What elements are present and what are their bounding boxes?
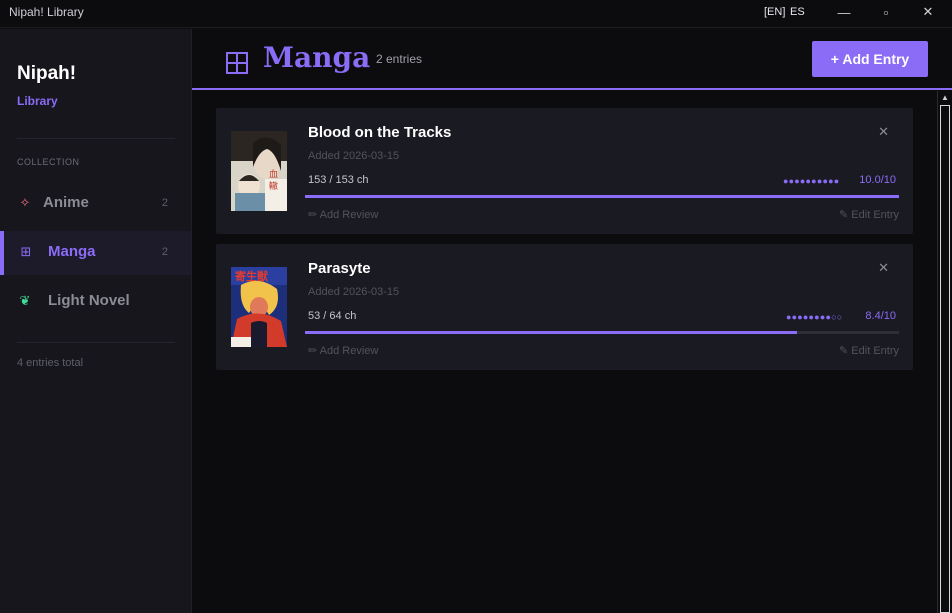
active-indicator xyxy=(0,231,4,275)
entry-score: 10.0/10 xyxy=(859,174,896,186)
entry-card: 血 轍 Blood on the Tracks Added 2026-03-15… xyxy=(216,108,913,234)
sidebar-item-label: Light Novel xyxy=(48,292,130,309)
language-es-button[interactable]: ES xyxy=(790,6,805,18)
close-icon: ✕ xyxy=(922,4,934,19)
entry-progress-text: 53 / 64 ch xyxy=(308,310,357,322)
edit-entry-button[interactable]: ✎ Edit Entry xyxy=(839,344,899,357)
progress-fill xyxy=(305,331,797,334)
entry-title: Parasyte xyxy=(308,260,371,277)
minimize-button[interactable]: — xyxy=(824,0,864,24)
page-header: Manga 2 entries + Add Entry xyxy=(192,29,952,90)
entry-title: Blood on the Tracks xyxy=(308,124,452,141)
progress-bar xyxy=(305,195,899,198)
section-label: COLLECTION xyxy=(17,157,80,167)
scrollbar[interactable]: ▲ xyxy=(937,91,952,613)
sidebar-item-anime[interactable]: ✧ Anime 2 xyxy=(0,182,191,226)
sparkle-icon: ✧ xyxy=(19,195,31,210)
entry-card: 寄生獣 Parasyte Added 2026-03-15 53 / 64 ch… xyxy=(216,244,913,370)
add-review-button[interactable]: ✏ Add Review xyxy=(308,208,378,221)
edit-entry-button[interactable]: ✎ Edit Entry xyxy=(839,208,899,221)
entries-total: 4 entries total xyxy=(17,357,84,369)
svg-text:血: 血 xyxy=(269,168,278,180)
maximize-button[interactable]: ▫ xyxy=(866,0,906,24)
sidebar: Nipah! Library COLLECTION ✧ Anime 2 ⊞ Ma… xyxy=(0,29,192,613)
page-title: Manga xyxy=(263,41,371,74)
sidebar-item-manga[interactable]: ⊞ Manga 2 xyxy=(0,231,191,275)
entry-date: Added 2026-03-15 xyxy=(308,150,400,162)
entry-date: Added 2026-03-15 xyxy=(308,286,400,298)
sidebar-item-count: 2 xyxy=(161,246,168,258)
scroll-up-icon[interactable]: ▲ xyxy=(940,93,950,103)
entry-count: 2 entries xyxy=(376,52,423,66)
progress-bar xyxy=(305,331,899,334)
remove-entry-button[interactable]: ✕ xyxy=(878,124,889,140)
sidebar-divider xyxy=(17,342,175,343)
sidebar-item-count: 2 xyxy=(161,197,168,209)
brand-title: Nipah! xyxy=(17,63,77,84)
sidebar-item-label: Anime xyxy=(43,194,89,211)
rating-dots: ●●●●●●●●●● xyxy=(783,176,840,186)
svg-text:寄生獣: 寄生獣 xyxy=(235,269,269,283)
sidebar-item-light-novel[interactable]: ❦ Light Novel xyxy=(0,280,191,324)
close-window-button[interactable]: ✕ xyxy=(908,0,948,24)
window-title: Nipah! Library xyxy=(9,5,84,19)
cover-image: 寄生獣 xyxy=(231,267,287,347)
cover-image: 血 轍 xyxy=(231,131,287,211)
leaf-icon: ❦ xyxy=(19,293,31,308)
sidebar-divider xyxy=(17,138,175,139)
entry-progress-text: 153 / 153 ch xyxy=(308,174,369,186)
add-review-button[interactable]: ✏ Add Review xyxy=(308,344,378,357)
window-titlebar: Nipah! Library [EN] ES — ▫ ✕ xyxy=(0,0,952,28)
rating-dots: ●●●●●●●●○○ xyxy=(786,312,843,322)
language-en-button[interactable]: [EN] xyxy=(764,6,785,18)
scrollbar-thumb[interactable] xyxy=(940,105,950,613)
maximize-icon: ▫ xyxy=(883,4,889,20)
brand-subtitle: Library xyxy=(17,94,58,108)
remove-entry-button[interactable]: ✕ xyxy=(878,260,889,276)
progress-fill xyxy=(305,195,899,198)
svg-text:轍: 轍 xyxy=(269,180,278,192)
entry-score: 8.4/10 xyxy=(865,310,896,322)
sidebar-item-label: Manga xyxy=(48,243,96,260)
add-entry-button[interactable]: + Add Entry xyxy=(812,41,928,77)
minimize-icon: — xyxy=(837,4,851,20)
grid-icon: ⊞ xyxy=(20,244,32,259)
grid-icon xyxy=(226,52,248,74)
